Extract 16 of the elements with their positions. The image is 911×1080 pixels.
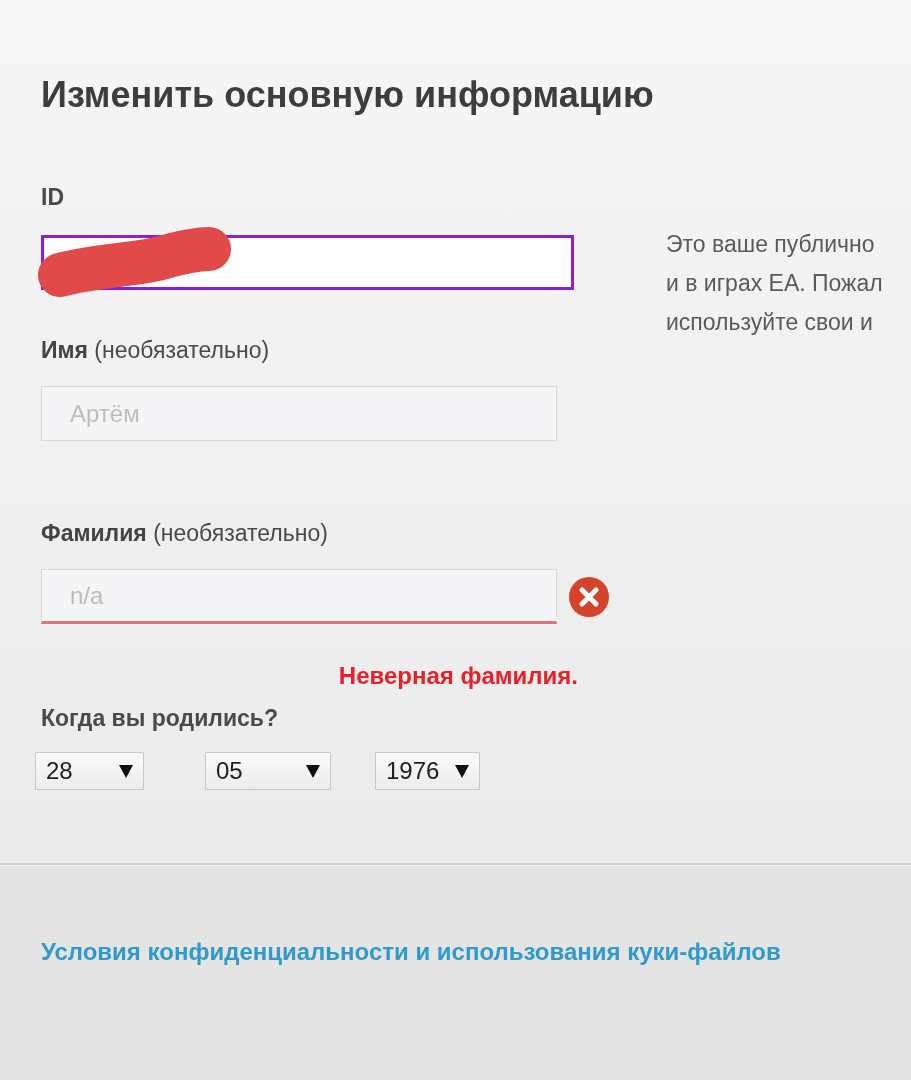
first-name-field[interactable]: Артём: [41, 386, 557, 441]
day-select[interactable]: 28: [35, 752, 144, 790]
month-select[interactable]: 05: [205, 752, 331, 790]
field-label: ID: [41, 183, 64, 211]
caret-icon: [119, 764, 133, 778]
field-label: Когда вы родились?: [41, 704, 278, 732]
field-label: Имя (необязательно): [41, 336, 270, 364]
last-name-field[interactable]: n/a: [41, 569, 557, 624]
caret-icon: [306, 764, 320, 778]
field-label: Фамилия (необязательно): [41, 519, 328, 547]
error-message: Неверная фамилия.: [337, 662, 578, 690]
id-description: Это ваше публично и в играх EA. Пожал используйте свои и: [666, 230, 883, 337]
page-title: Изменить основную информацию: [41, 74, 655, 116]
error-icon: [568, 575, 610, 618]
year-select[interactable]: 1976: [375, 752, 480, 790]
caret-icon: [455, 764, 469, 778]
